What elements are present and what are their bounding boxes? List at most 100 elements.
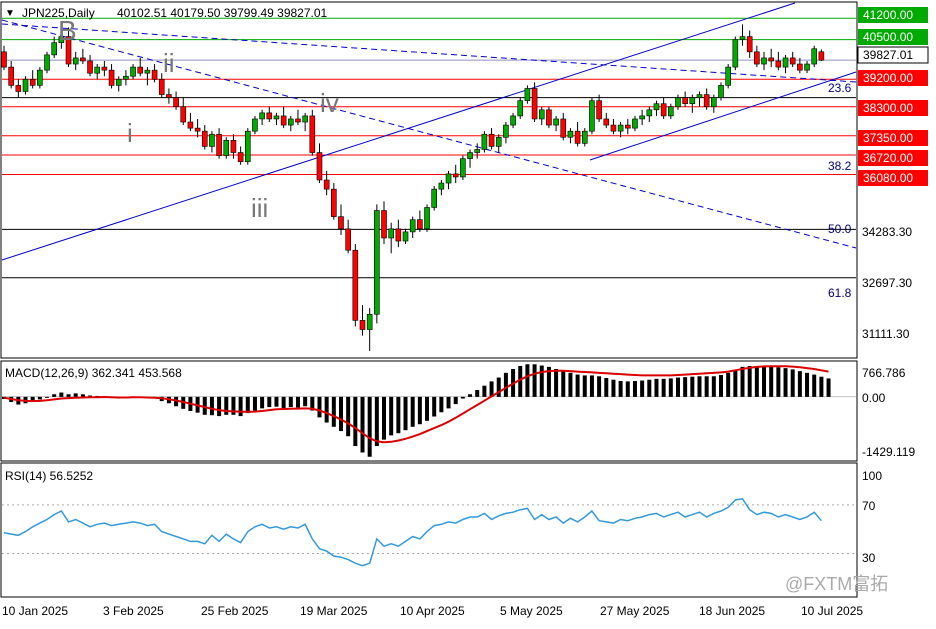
candle-body bbox=[653, 103, 660, 111]
rsi-tick-30: 30 bbox=[862, 551, 876, 565]
macd-bar bbox=[582, 375, 587, 397]
candle-body bbox=[409, 219, 416, 233]
macd-bar bbox=[217, 396, 222, 417]
date-label-6: 5 May 2025 bbox=[500, 604, 563, 618]
rsi-tick-100: 100 bbox=[862, 469, 882, 483]
macd-bar bbox=[554, 368, 559, 397]
candle-body bbox=[123, 75, 129, 80]
macd-bar bbox=[224, 396, 229, 415]
candle-body bbox=[381, 210, 387, 239]
macd-bar bbox=[769, 366, 774, 397]
candle-body bbox=[316, 152, 323, 181]
fib-label-38-2: 38.2 bbox=[828, 159, 852, 173]
macd-bar bbox=[776, 367, 781, 397]
candle-body bbox=[739, 36, 746, 40]
candle-body bbox=[682, 97, 688, 105]
candle-body bbox=[22, 78, 29, 92]
date-label-4: 19 Mar 2025 bbox=[300, 604, 368, 618]
candle-body bbox=[331, 188, 337, 217]
macd-bar bbox=[432, 396, 437, 417]
candle-body bbox=[775, 60, 782, 68]
candle-body bbox=[495, 136, 502, 147]
candle-body bbox=[101, 66, 108, 71]
macd-bar bbox=[797, 371, 802, 397]
macd-bar bbox=[238, 396, 243, 417]
level-label-36080: 36080.00 bbox=[863, 171, 913, 185]
candle-body bbox=[567, 130, 574, 138]
macd-bar bbox=[346, 396, 351, 437]
candle-body bbox=[789, 57, 796, 65]
chart-header-arrow: ▼ bbox=[5, 8, 15, 19]
macd-bar bbox=[690, 376, 695, 397]
level-label-36720: 36720.00 bbox=[863, 151, 913, 165]
wave-label-iii: iii bbox=[251, 193, 268, 223]
macd-label: MACD(12,26,9) 362.341 453.568 bbox=[5, 366, 182, 380]
candle-body bbox=[510, 115, 516, 126]
candle-body bbox=[209, 133, 215, 147]
macd-bar bbox=[460, 396, 465, 399]
macd-bar bbox=[267, 396, 272, 408]
candle-body bbox=[223, 140, 230, 156]
macd-bar bbox=[611, 379, 616, 397]
date-label-3: 25 Feb 2025 bbox=[201, 604, 269, 618]
candle-body bbox=[151, 69, 158, 80]
candle-body bbox=[754, 51, 760, 65]
candle-body bbox=[352, 249, 359, 321]
candle-body bbox=[108, 69, 115, 86]
wave-label-b: B bbox=[58, 15, 77, 46]
candle-body bbox=[531, 88, 538, 120]
candle-body bbox=[467, 152, 473, 159]
candle-body bbox=[259, 112, 265, 120]
macd-bar bbox=[281, 396, 286, 408]
fib-label-61-8: 61.8 bbox=[828, 286, 852, 300]
macd-bar bbox=[604, 377, 609, 397]
candle-body bbox=[130, 66, 136, 77]
macd-bar bbox=[80, 394, 85, 397]
candle-body bbox=[94, 66, 101, 74]
macd-bar bbox=[632, 380, 637, 397]
macd-bar bbox=[675, 377, 680, 397]
candle-body bbox=[144, 69, 151, 74]
macd-bar bbox=[73, 393, 78, 397]
macd-bar bbox=[274, 396, 279, 407]
macd-bar bbox=[805, 372, 810, 397]
candle-body bbox=[639, 115, 645, 120]
chart-root: ▼ JPN225,Daily 40102.51 40179.50 39799.4… bbox=[0, 0, 936, 624]
macd-bar bbox=[740, 366, 745, 397]
candle-body bbox=[374, 210, 380, 315]
macd-bar bbox=[389, 396, 394, 436]
chart-header-ohlc: 40102.51 40179.50 39799.49 39827.01 bbox=[117, 6, 328, 20]
candle-body bbox=[51, 42, 57, 56]
macd-bar bbox=[410, 396, 415, 427]
candle-body bbox=[460, 158, 466, 178]
macd-bar bbox=[683, 377, 688, 397]
macd-bar bbox=[324, 396, 329, 423]
candle-body bbox=[617, 124, 624, 132]
macd-bar bbox=[260, 396, 265, 409]
level-label-41200: 41200.00 bbox=[863, 8, 913, 22]
candle-body bbox=[295, 118, 301, 123]
candle-body bbox=[553, 118, 559, 126]
candle-body bbox=[474, 149, 481, 153]
candle-body bbox=[166, 94, 172, 98]
macd-bar bbox=[503, 372, 508, 397]
candle-body bbox=[72, 57, 79, 65]
candle-body bbox=[689, 97, 696, 105]
candle-body bbox=[538, 109, 545, 120]
watermark: @FXTM富拓 bbox=[785, 574, 888, 594]
macd-bar bbox=[532, 364, 537, 397]
candle-body bbox=[746, 36, 753, 53]
candle-body bbox=[345, 228, 351, 251]
candle-body bbox=[173, 97, 179, 108]
fib-label-50-0: 50.0 bbox=[828, 222, 852, 236]
candle-body bbox=[15, 85, 22, 92]
wave-label-iv: iv bbox=[320, 88, 339, 118]
candle-body bbox=[596, 100, 602, 120]
candle-body bbox=[29, 78, 36, 86]
macd-bar bbox=[654, 378, 659, 397]
macd-bar bbox=[425, 396, 430, 421]
macd-bar bbox=[812, 374, 817, 397]
candle-body bbox=[797, 63, 803, 71]
macd-bar bbox=[482, 385, 487, 397]
macd-bar bbox=[539, 365, 544, 397]
